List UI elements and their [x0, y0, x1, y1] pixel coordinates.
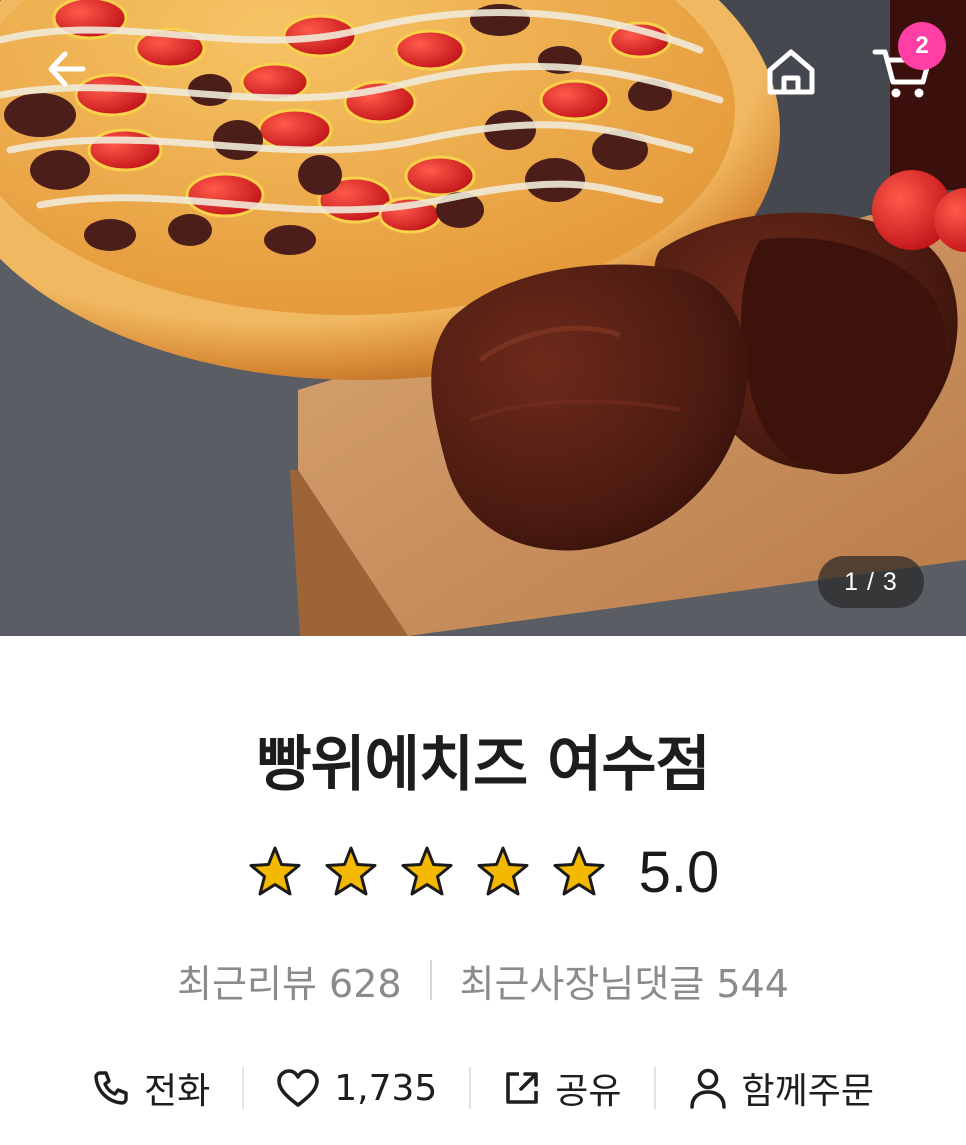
action-bar: 전화 1,735 공유 함께주문 — [0, 1050, 966, 1126]
store-photo-gallery[interactable]: 2 1 / 3 — [0, 0, 966, 636]
star-icon — [323, 844, 379, 900]
divider — [429, 960, 432, 1000]
rating-value: 5.0 — [638, 839, 720, 905]
cart-count-badge: 2 — [898, 22, 946, 70]
share-label: 공유 — [555, 1071, 622, 1112]
star-icon — [475, 844, 531, 900]
call-button[interactable]: 전화 — [60, 1062, 242, 1114]
share-button[interactable]: 공유 — [471, 1062, 653, 1114]
owner-replies-link[interactable]: 최근사장님댓글 544 — [460, 953, 789, 1008]
star-rating — [247, 844, 607, 900]
star-icon — [551, 844, 607, 900]
like-button[interactable]: 1,735 — [244, 1068, 469, 1109]
phone-icon — [94, 1071, 128, 1105]
recent-reviews-link[interactable]: 최근리뷰 628 — [177, 953, 401, 1008]
call-label: 전화 — [143, 1071, 211, 1112]
gallery-pager: 1 / 3 — [818, 556, 924, 608]
review-stats: 최근리뷰 628 최근사장님댓글 544 — [0, 950, 966, 1010]
home-button[interactable] — [758, 38, 824, 104]
back-button[interactable] — [34, 36, 100, 102]
store-name: 빵위에치즈 여수점 — [256, 730, 711, 800]
star-icon — [247, 844, 303, 900]
home-icon — [767, 49, 815, 95]
share-icon — [506, 1072, 539, 1104]
arrow-left-icon — [48, 51, 86, 87]
like-count: 1,735 — [334, 1067, 438, 1109]
group-order-button[interactable]: 함께주문 — [656, 1062, 906, 1114]
group-order-label: 함께주문 — [741, 1071, 875, 1112]
star-icon — [399, 844, 455, 900]
heart-icon — [277, 1069, 320, 1107]
rating-row: 5.0 — [0, 832, 966, 912]
person-icon — [689, 1068, 726, 1109]
